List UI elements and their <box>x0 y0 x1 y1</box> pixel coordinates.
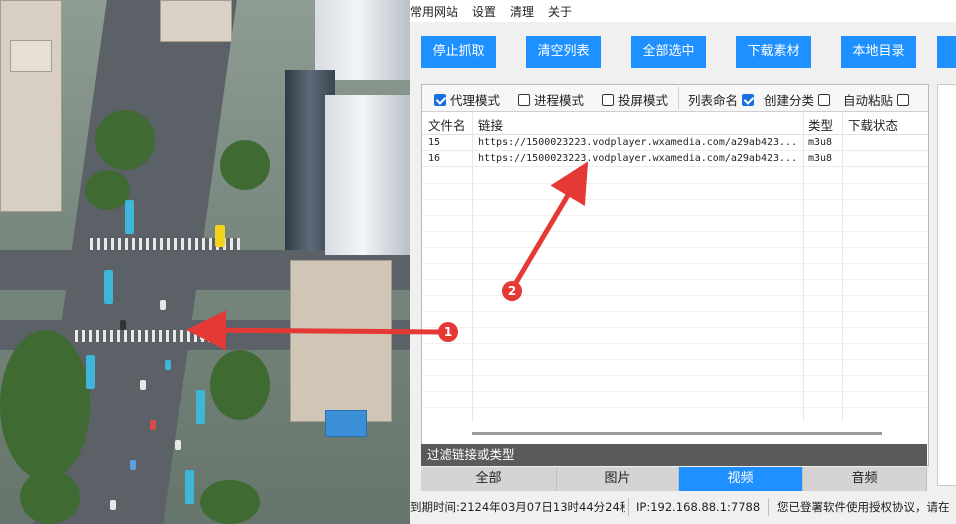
more-button[interactable] <box>937 36 956 68</box>
menu-about[interactable]: 关于 <box>548 0 572 22</box>
screencast-mode-checkbox[interactable] <box>602 93 614 106</box>
row-filename: 15 <box>428 137 441 148</box>
local-dir-button[interactable]: 本地目录 <box>841 36 916 68</box>
col-filename[interactable]: 文件名 <box>428 115 466 134</box>
app-window: 常用网站 设置 清理 关于 停止抓取 清空列表 全部选中 下载素材 本地目录 代… <box>410 0 956 524</box>
col-status[interactable]: 下载状态 <box>848 115 898 134</box>
menu-bar: 常用网站 设置 清理 关于 <box>410 0 956 22</box>
license-notice: 您已登署软件使用授权协议，请在 <box>777 500 950 514</box>
row-type: m3u8 <box>808 137 833 148</box>
clear-list-button[interactable]: 清空列表 <box>526 36 601 68</box>
capture-panel: 代理模式 进程模式 投屏模式 列表命名 创建分类 自动粘贴 文件名 链接 类型 … <box>421 84 929 466</box>
process-mode-option[interactable]: 进程模式 <box>518 90 584 109</box>
process-mode-label: 进程模式 <box>534 93 585 108</box>
status-bar: 到期时间:2124年03月07日13时44分24秒 IP:192.168.88.… <box>410 495 956 519</box>
list-naming-label: 列表命名 <box>688 93 739 108</box>
menu-settings[interactable]: 设置 <box>472 0 496 22</box>
filter-input[interactable]: 过滤链接或类型 <box>421 444 927 466</box>
col-type[interactable]: 类型 <box>808 115 833 134</box>
table-header: 文件名 链接 类型 下载状态 <box>422 112 928 135</box>
filter-placeholder: 过滤链接或类型 <box>427 447 515 462</box>
list-naming-option[interactable]: 列表命名 <box>688 90 755 109</box>
auto-paste-option[interactable]: 自动粘贴 <box>843 90 910 109</box>
tab-video[interactable]: 视频 <box>679 467 803 491</box>
row-filename: 16 <box>428 153 441 164</box>
proxy-mode-checkbox[interactable] <box>434 93 446 106</box>
auto-paste-label: 自动粘贴 <box>843 93 894 108</box>
annotation-badge-2: 2 <box>502 281 522 301</box>
screencast-mode-label: 投屏模式 <box>618 93 669 108</box>
tab-images[interactable]: 图片 <box>557 467 679 491</box>
col-link[interactable]: 链接 <box>478 115 503 134</box>
annotation-badge-1: 1 <box>438 322 458 342</box>
row-link: https://1500023223.vodplayer.wxamedia.co… <box>478 137 798 148</box>
create-category-option[interactable]: 创建分类 <box>764 90 831 109</box>
row-type: m3u8 <box>808 153 833 164</box>
toolbar: 停止抓取 清空列表 全部选中 下载素材 本地目录 <box>410 36 956 68</box>
auto-paste-checkbox[interactable] <box>897 93 910 106</box>
table-row[interactable]: 15 https://1500023223.vodplayer.wxamedia… <box>422 135 928 151</box>
create-category-label: 创建分类 <box>764 93 815 108</box>
list-naming-checkbox[interactable] <box>742 93 755 106</box>
background-photo <box>0 0 410 524</box>
create-category-checkbox[interactable] <box>818 93 831 106</box>
proxy-mode-option[interactable]: 代理模式 <box>434 90 500 109</box>
options-divider <box>678 87 679 109</box>
row-link: https://1500023223.vodplayer.wxamedia.co… <box>478 153 798 164</box>
table-row[interactable]: 16 https://1500023223.vodplayer.wxamedia… <box>422 151 928 167</box>
select-all-button[interactable]: 全部选中 <box>631 36 706 68</box>
screencast-mode-option[interactable]: 投屏模式 <box>602 90 668 109</box>
download-assets-button[interactable]: 下载素材 <box>736 36 811 68</box>
horizontal-scrollbar[interactable] <box>472 432 882 435</box>
tab-all[interactable]: 全部 <box>421 467 557 491</box>
type-tabs: 全部 图片 视频 音频 <box>421 467 927 491</box>
options-bar: 代理模式 进程模式 投屏模式 列表命名 创建分类 自动粘贴 <box>422 85 928 112</box>
menu-common-sites[interactable]: 常用网站 <box>410 0 458 22</box>
ip-status: IP:192.168.88.1:7788 <box>636 500 761 514</box>
stop-capture-button[interactable]: 停止抓取 <box>421 36 496 68</box>
expiry-status: 到期时间:2124年03月07日13时44分24秒 <box>410 500 625 514</box>
menu-clean[interactable]: 清理 <box>510 0 534 22</box>
side-panel <box>937 84 956 486</box>
proxy-mode-label: 代理模式 <box>450 93 501 108</box>
process-mode-checkbox[interactable] <box>518 93 530 106</box>
tab-audio[interactable]: 音频 <box>803 467 927 491</box>
resource-table: 文件名 链接 类型 下载状态 15 https://1500023223.vod… <box>422 112 928 422</box>
